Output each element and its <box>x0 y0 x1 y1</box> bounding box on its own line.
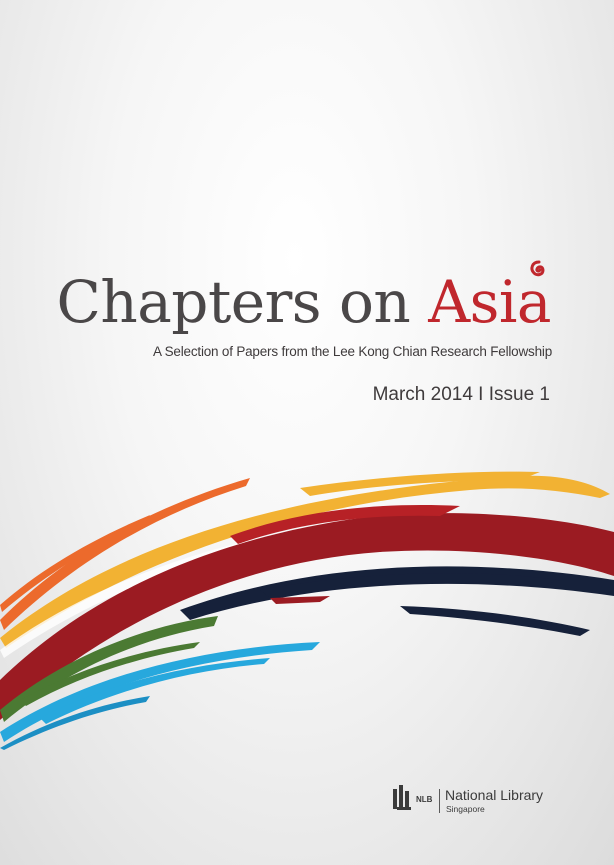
page-title: Chapters on Asia <box>0 262 552 342</box>
publisher-location: Singapore <box>446 804 485 814</box>
title-accent: Asia <box>428 268 551 336</box>
cover-page: Chapters on Asia A Selection of Papers f… <box>0 0 614 865</box>
publisher-name: National Library <box>445 787 544 803</box>
publisher-abbreviation: NLB <box>416 795 433 804</box>
subtitle: A Selection of Papers from the Lee Kong … <box>153 344 552 359</box>
publisher-logo: NLB National Library Singapore <box>393 783 563 823</box>
logo-divider <box>439 789 440 813</box>
nlb-logo-icon <box>393 785 411 810</box>
issue-info: March 2014 I Issue 1 <box>372 384 550 405</box>
title-main: Chapters on <box>56 268 429 336</box>
brush-stroke-illustration <box>0 471 614 750</box>
